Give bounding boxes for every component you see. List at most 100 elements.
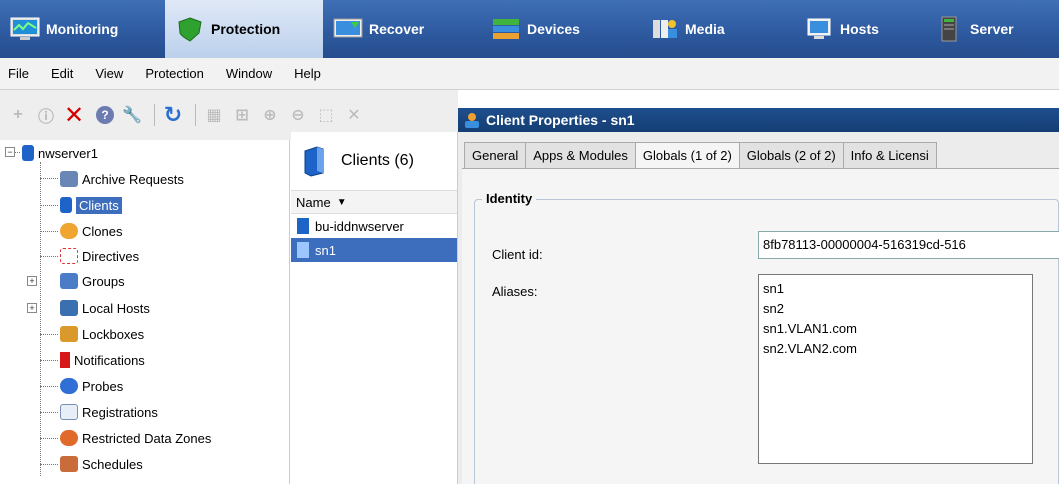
menu-window[interactable]: Window	[226, 66, 272, 81]
toolbar-separator	[195, 104, 196, 126]
tab-info-licensing[interactable]: Info & Licensi	[842, 142, 937, 168]
nav-tab-label: Media	[685, 21, 725, 37]
tab-apps-modules[interactable]: Apps & Modules	[525, 142, 636, 168]
nav-tab-recover[interactable]: Recover	[323, 0, 481, 58]
zoom-fit-icon[interactable]: ⬚	[314, 103, 338, 127]
tree-item-probes[interactable]: Probes	[60, 375, 123, 397]
tree-item-registrations[interactable]: Registrations	[60, 401, 158, 423]
client-properties-title: Client Properties - sn1	[486, 112, 635, 128]
server-icon	[22, 145, 34, 161]
directive-icon	[60, 248, 78, 264]
menu-edit[interactable]: Edit	[51, 66, 73, 81]
delete-icon[interactable]: ✕	[62, 102, 86, 129]
tree-connector-line	[40, 162, 41, 476]
properties-tabs: General Apps & Modules Globals (1 of 2) …	[458, 140, 937, 168]
name-column-header[interactable]: Name ▼	[291, 190, 457, 214]
client-row-name: bu-iddnwserver	[315, 218, 404, 234]
nav-tab-server[interactable]: Server	[924, 0, 1059, 58]
help-icon[interactable]: ?	[96, 106, 114, 124]
tree-connector-line	[40, 438, 58, 439]
nav-tab-label: Recover	[369, 21, 425, 37]
shield-icon	[175, 16, 205, 42]
collapse-icon[interactable]: ✕	[342, 103, 366, 127]
aliases-textarea[interactable]: sn1 sn2 sn1.VLAN1.com sn2.VLAN2.com	[758, 274, 1033, 464]
tree-item-local-hosts[interactable]: Local Hosts	[60, 297, 150, 319]
flag-icon	[60, 352, 70, 368]
alias-line: sn1.VLAN1.com	[763, 321, 857, 336]
tree-item-groups[interactable]: Groups	[60, 270, 125, 292]
monitor-icon	[10, 16, 40, 42]
tree-connector-line	[40, 178, 58, 179]
tree-groups-expand-toggle[interactable]: +	[27, 276, 37, 286]
nav-tab-hosts[interactable]: Hosts	[794, 0, 924, 58]
refresh-icon[interactable]: ↻	[161, 102, 185, 127]
tab-globals-1[interactable]: Globals (1 of 2)	[634, 142, 740, 168]
nav-tab-devices[interactable]: Devices	[481, 0, 639, 58]
tree-root-nwserver1[interactable]: nwserver1	[22, 142, 98, 164]
menu-file[interactable]: File	[8, 66, 29, 81]
client-row-name: sn1	[315, 242, 336, 258]
alias-line: sn2	[763, 301, 784, 316]
table-icon[interactable]: ▦	[202, 103, 226, 127]
client-row[interactable]: sn1	[291, 238, 457, 262]
client-id-label: Client id:	[492, 247, 543, 262]
nav-tab-label: Devices	[527, 21, 580, 37]
media-icon	[649, 16, 679, 42]
client-properties-panel: General Apps & Modules Globals (1 of 2) …	[458, 132, 1059, 484]
tree-local-hosts-expand-toggle[interactable]: +	[27, 303, 37, 313]
tree-item-clients[interactable]: Clients	[60, 194, 122, 216]
devices-icon	[491, 16, 521, 42]
nav-tab-label: Hosts	[840, 21, 879, 37]
nav-tab-label: Server	[970, 21, 1014, 37]
menu-help[interactable]: Help	[294, 66, 321, 81]
info-icon[interactable]: ⓘ	[34, 103, 58, 127]
tree-item-lockboxes[interactable]: Lockboxes	[60, 323, 144, 345]
clients-panel-header: Clients (6)	[291, 132, 457, 190]
tree-item-schedules[interactable]: Schedules	[60, 453, 143, 475]
zoom-in-icon[interactable]: ⊕	[258, 103, 282, 127]
client-id-field[interactable]: 8fb78113-00000004-516319cd-516	[758, 231, 1059, 259]
groups-icon	[60, 273, 78, 289]
tab-general[interactable]: General	[464, 142, 527, 168]
tree-connector-line	[40, 464, 58, 465]
registration-icon	[60, 404, 78, 420]
alias-line: sn2.VLAN2.com	[763, 341, 857, 356]
alias-line: sn1	[763, 281, 784, 296]
add-icon[interactable]: +	[6, 103, 30, 127]
nav-tab-monitoring[interactable]: Monitoring	[0, 0, 165, 58]
tree-connector-line	[40, 205, 58, 206]
menu-bar: File Edit View Protection Window Help	[0, 58, 1059, 90]
tab-globals-2[interactable]: Globals (2 of 2)	[738, 142, 844, 168]
calendar-icon	[60, 456, 78, 472]
recover-icon	[333, 16, 363, 42]
nav-tab-protection[interactable]: Protection	[165, 0, 323, 58]
clients-list-panel: Clients (6) Name ▼ bu-iddnwserver sn1	[291, 132, 458, 484]
archive-icon	[60, 171, 78, 187]
tree-connector-line	[40, 412, 58, 413]
navigation-tree: − nwserver1 Archive Requests Clients Clo…	[0, 140, 290, 484]
tree-root-collapse-toggle[interactable]: −	[5, 147, 15, 157]
nav-tab-media[interactable]: Media	[639, 0, 794, 58]
name-column-label: Name	[296, 194, 331, 210]
tree-item-restricted-data-zones[interactable]: Restricted Data Zones	[60, 427, 211, 449]
client-properties-icon	[462, 111, 482, 129]
tree-item-archive-requests[interactable]: Archive Requests	[60, 168, 184, 190]
menu-view[interactable]: View	[95, 66, 123, 81]
client-icon	[297, 242, 309, 258]
zoom-out-icon[interactable]: ⊖	[286, 103, 310, 127]
tree-item-clones[interactable]: Clones	[60, 220, 122, 242]
layout-icon[interactable]: ⊞	[230, 103, 254, 127]
menu-protection[interactable]: Protection	[145, 66, 204, 81]
tree-item-directives[interactable]: Directives	[60, 245, 139, 267]
tree-connector-line	[40, 386, 58, 387]
tree-item-notifications[interactable]: Notifications	[60, 349, 145, 371]
clients-icon	[301, 145, 327, 177]
nav-tab-label: Monitoring	[46, 21, 119, 37]
hosts-icon	[804, 16, 834, 42]
tree-connector-line	[40, 334, 58, 335]
wrench-icon[interactable]: 🔧	[120, 103, 144, 127]
client-row[interactable]: bu-iddnwserver	[291, 214, 457, 238]
client-icon	[297, 218, 309, 234]
tree-connector-line	[40, 256, 58, 257]
aliases-label: Aliases:	[492, 284, 538, 299]
